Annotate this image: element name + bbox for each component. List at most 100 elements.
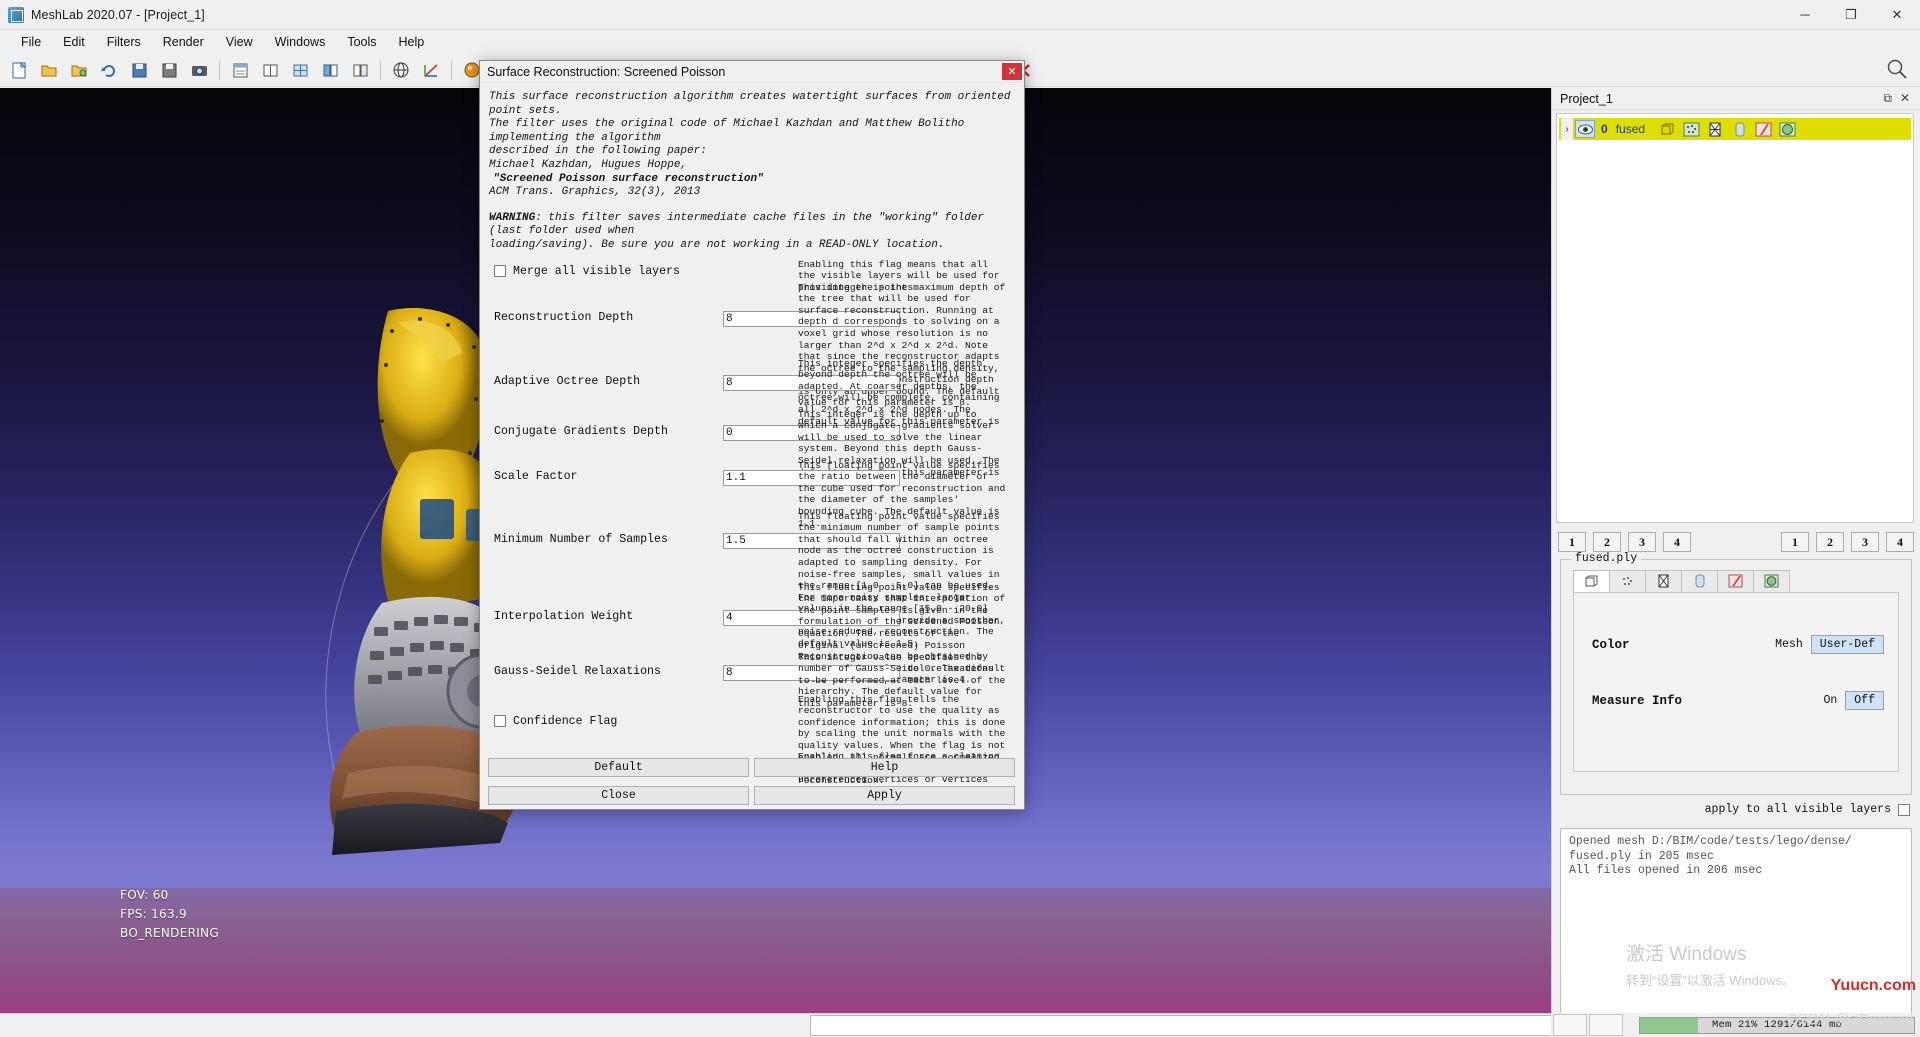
globe-icon[interactable] — [387, 57, 415, 84]
color-label: Color — [1592, 637, 1630, 652]
new-project-icon[interactable] — [5, 57, 33, 84]
merge-all-visible-layers-label: Merge all visible layers — [513, 264, 680, 278]
tab-texture[interactable] — [1717, 570, 1754, 592]
apply-button[interactable]: Apply — [754, 786, 1015, 805]
close-button-dialog[interactable]: Close — [488, 786, 749, 805]
property-row-measure-info: Measure Info On Off — [1592, 691, 1884, 710]
open-project-icon[interactable] — [35, 57, 63, 84]
merge-all-visible-layers-checkbox-wrap[interactable]: Merge all visible layers — [480, 265, 680, 278]
layer-dialog-icon[interactable] — [226, 57, 254, 84]
desc-gap — [489, 200, 1014, 212]
desc-warning-line: WARNING: this filter saves intermediate … — [489, 212, 1014, 239]
menu-file[interactable]: File — [10, 32, 52, 52]
window-controls: ─ ❐ ✕ — [1782, 0, 1920, 30]
shot-button-1[interactable]: 1 — [1558, 532, 1586, 552]
render-mode-label: BO_RENDERING — [120, 926, 219, 940]
render-mode-tabs — [1573, 570, 1911, 592]
texture-icon[interactable] — [1753, 120, 1773, 139]
color-userdef-button[interactable]: User-Def — [1810, 635, 1884, 654]
layer-list[interactable]: › 0 fused — [1556, 113, 1914, 523]
status-bar: Mem 21% 1291/6144 mb — [1551, 1013, 1920, 1037]
warning-label: WARNING — [489, 211, 536, 224]
dialog-close-button[interactable]: ✕ — [1002, 63, 1022, 80]
desc-line-1: This surface reconstruction algorithm cr… — [489, 91, 1011, 117]
open-mesh-icon[interactable] — [65, 57, 93, 84]
dialog-footer: Default Help Close Apply — [480, 747, 1024, 809]
expand-arrow-icon[interactable]: › — [1561, 118, 1573, 140]
tab-bbox[interactable] — [1573, 570, 1610, 592]
close-icon[interactable]: ✕ — [1900, 91, 1910, 106]
two-view-icon[interactable] — [256, 57, 284, 84]
apply-all-checkbox[interactable] — [1898, 803, 1910, 816]
tab-quality[interactable] — [1753, 570, 1790, 592]
layer-row[interactable]: › 0 fused — [1559, 118, 1911, 140]
confidence-flag-checkbox-wrap[interactable]: Confidence Flag — [480, 715, 617, 728]
project-panel-buttons: ⧉ ✕ — [1883, 91, 1916, 106]
close-button[interactable]: ✕ — [1874, 0, 1920, 30]
reconstruction-depth-label: Reconstruction Depth — [494, 310, 634, 324]
quality-icon[interactable] — [1777, 120, 1797, 139]
points-icon[interactable] — [1681, 120, 1701, 139]
warning-rest: : this filter saves intermediate cache f… — [489, 211, 985, 238]
menu-render[interactable]: Render — [152, 32, 215, 52]
shot-buttons-row: 1 2 3 4 1 2 3 4 — [1558, 531, 1914, 553]
menu-filters[interactable]: Filters — [96, 32, 152, 52]
flat-icon[interactable] — [1729, 120, 1749, 139]
shot-button-4[interactable]: 4 — [1663, 532, 1691, 552]
four-view-icon[interactable] — [286, 57, 314, 84]
menu-edit[interactable]: Edit — [52, 32, 96, 52]
conjugate-gradients-depth-label: Conjugate Gradients Depth — [494, 424, 668, 438]
tab-pane: Color Mesh User-Def Measure Info On Off — [1573, 592, 1899, 772]
eye-icon[interactable] — [1575, 120, 1595, 138]
search-icon[interactable] — [1886, 58, 1908, 80]
tab-points[interactable] — [1609, 570, 1646, 592]
memory-label: Mem 21% 1291/6144 mb — [1711, 1019, 1843, 1031]
merge-all-visible-layers-checkbox[interactable] — [494, 265, 506, 278]
shot-button-3[interactable]: 3 — [1628, 532, 1656, 552]
restore-shot-button-1[interactable]: 1 — [1781, 532, 1809, 552]
measure-info-on-option[interactable]: On — [1823, 694, 1837, 707]
shot-button-2[interactable]: 2 — [1593, 532, 1621, 552]
snapshot-icon[interactable] — [185, 57, 213, 84]
layer-name: fused — [1615, 122, 1646, 136]
status-cell-2 — [1589, 1014, 1623, 1036]
save-mesh-icon[interactable] — [155, 57, 183, 84]
desc-line-2: The filter uses the original code of Mic… — [489, 118, 965, 144]
save-project-icon[interactable] — [125, 57, 153, 84]
measure-info-off-button[interactable]: Off — [1845, 691, 1884, 710]
minimize-button[interactable]: ─ — [1782, 0, 1828, 30]
menu-tools[interactable]: Tools — [336, 32, 387, 52]
wire-icon[interactable] — [1705, 120, 1725, 139]
layer-index: 0 — [1601, 122, 1608, 136]
viewport-floor — [0, 888, 1551, 1013]
apply-all-row: apply to all visible layers — [1552, 803, 1910, 816]
split-view-icon[interactable] — [316, 57, 344, 84]
project-panel-header: Project_1 ⧉ ✕ — [1552, 88, 1920, 110]
site-watermark: Yuucn.com — [1830, 977, 1916, 994]
restore-shot-button-2[interactable]: 2 — [1816, 532, 1844, 552]
default-button[interactable]: Default — [488, 758, 749, 777]
restore-shot-button-4[interactable]: 4 — [1886, 532, 1914, 552]
tab-flat[interactable] — [1681, 570, 1718, 592]
restore-icon[interactable]: ⧉ — [1883, 91, 1892, 106]
axis-icon[interactable] — [417, 57, 445, 84]
menu-help[interactable]: Help — [388, 32, 436, 52]
minimum-number-of-samples-label: Minimum Number of Samples — [494, 532, 668, 546]
bottom-input-field[interactable] — [810, 1015, 1552, 1036]
restore-shot-button-3[interactable]: 3 — [1851, 532, 1879, 552]
window-title: MeshLab 2020.07 - [Project_1] — [31, 7, 205, 22]
copy-view-icon[interactable] — [346, 57, 374, 84]
reload-icon[interactable] — [95, 57, 123, 84]
project-panel: Project_1 ⧉ ✕ › 0 fused 1 2 3 4 1 2 3 4 … — [1551, 88, 1920, 1037]
bbox-icon[interactable] — [1657, 120, 1677, 139]
dialog-title-bar: Surface Reconstruction: Screened Poisson… — [480, 61, 1024, 83]
confidence-flag-checkbox[interactable] — [494, 715, 506, 728]
adaptive-octree-depth-label: Adaptive Octree Depth — [494, 374, 641, 388]
project-panel-title: Project_1 — [1560, 91, 1613, 106]
menu-windows[interactable]: Windows — [264, 32, 337, 52]
help-button[interactable]: Help — [754, 758, 1015, 777]
menu-view[interactable]: View — [215, 32, 264, 52]
tab-wire[interactable] — [1645, 570, 1682, 592]
maximize-button[interactable]: ❐ — [1828, 0, 1874, 30]
color-mesh-option[interactable]: Mesh — [1775, 638, 1803, 651]
